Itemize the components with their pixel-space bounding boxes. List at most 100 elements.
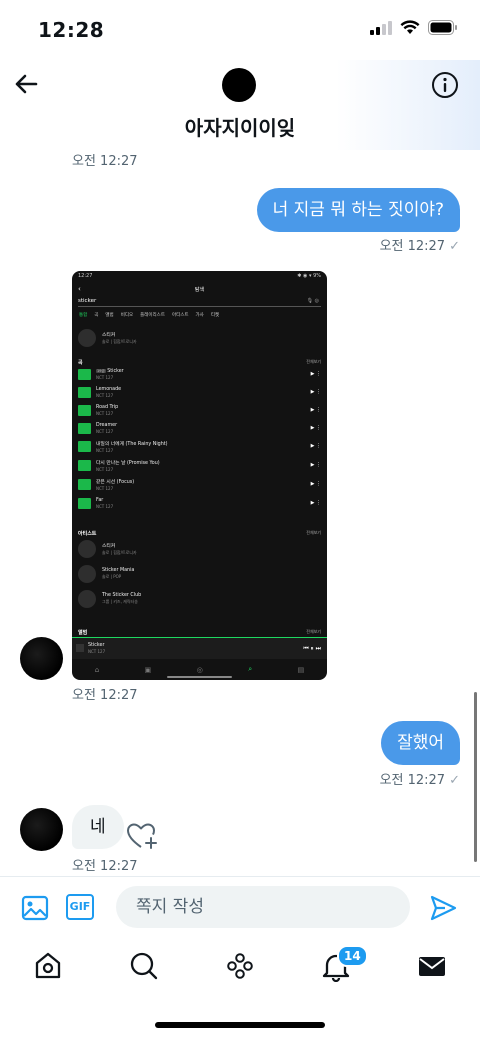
image-mic-icon: 🎙 ◎	[306, 298, 319, 304]
image-song-artist: NCT 127	[96, 428, 114, 434]
wifi-icon	[400, 20, 420, 34]
image-song-artist: NCT 127	[96, 466, 114, 472]
message-timestamp: 오전 12:27 ✓	[380, 235, 460, 254]
image-song-controls: ▶ ⋮	[310, 371, 321, 377]
image-album-thumb	[78, 386, 91, 398]
image-song-title: Far	[96, 497, 104, 503]
image-artists-header: 아티스트 전체보기	[78, 530, 321, 537]
image-song-controls: ▶ ⋮	[310, 443, 321, 449]
image-song-controls: ▶ ⋮	[310, 462, 321, 468]
info-icon[interactable]	[430, 70, 460, 100]
image-section-label: 앨범	[78, 630, 88, 636]
image-album-thumb	[78, 368, 91, 380]
image-artist-avatar	[78, 329, 96, 347]
image-song-artist: NCT 127	[96, 410, 114, 416]
image-song-controls: ▶ ⋮	[310, 389, 321, 395]
image-song-title: 다시 만나는 날 (Promise You)	[96, 460, 160, 466]
image-song-row: 19금 Sticker NCT 127 ▶ ⋮	[78, 367, 321, 381]
image-search-text: sticker	[78, 298, 97, 304]
image-library-icon: ▣	[144, 665, 152, 674]
image-song-artist: NCT 127	[96, 485, 114, 491]
image-song-row: 다시 만나는 날 (Promise You) NCT 127 ▶ ⋮	[78, 458, 321, 472]
outgoing-message-bubble[interactable]: 잘했어	[381, 721, 460, 765]
image-artist-name: 스티커	[102, 544, 116, 549]
image-filter: 티켓	[210, 313, 220, 318]
message-text: 잘했어	[397, 733, 444, 753]
image-artist-name: 스티커	[102, 333, 116, 338]
image-song-artist: NCT 127	[96, 392, 114, 398]
message-timestamp: 오전 12:27	[72, 154, 138, 169]
image-album-thumb	[78, 497, 91, 509]
message-input[interactable]: 쪽지 작성	[116, 886, 410, 928]
image-player-controls: ⏮ ⏸ ⏭	[303, 645, 321, 652]
messages-envelope-icon[interactable]	[416, 950, 448, 982]
home-indicator	[155, 1022, 325, 1028]
sender-avatar[interactable]	[20, 808, 63, 851]
image-search-field: sticker 🎙 ◎	[78, 297, 321, 307]
image-artist-avatar	[78, 565, 96, 583]
image-filter: 곡	[94, 313, 99, 318]
spaces-icon[interactable]	[224, 950, 256, 982]
image-filter: 앨범	[105, 313, 114, 318]
image-now-playing-artist: NCT 127	[88, 649, 106, 654]
outgoing-message-bubble[interactable]: 너 지금 뭐 하는 짓이야?	[256, 188, 460, 232]
bottom-tab-bar: 14	[0, 938, 480, 998]
image-album-thumb	[78, 422, 91, 434]
image-artist-row: The Sticker Club 그룹 | 키즈, 캐릭터송	[78, 590, 321, 608]
home-icon[interactable]	[32, 950, 64, 982]
scrollbar[interactable]	[474, 692, 477, 862]
message-composer: GIF 쪽지 작성	[0, 876, 480, 938]
header-avatar[interactable]	[222, 68, 256, 102]
image-song-row: Road Trip NCT 127 ▶ ⋮	[78, 403, 321, 417]
image-filter: 아티스트	[171, 313, 189, 318]
image-song-title: Sticker	[107, 368, 124, 374]
image-top-bar: ‹ 탐색	[72, 283, 327, 295]
status-time: 12:28	[38, 18, 105, 42]
image-section-label: 아티스트	[78, 531, 97, 537]
incoming-message-bubble[interactable]: 네	[72, 805, 124, 849]
back-arrow-icon[interactable]	[10, 68, 42, 100]
image-artist-sub: 솔로 | POP	[102, 574, 122, 579]
image-song-title: 같은 시선 (Focus)	[96, 479, 135, 485]
add-reaction-icon[interactable]	[126, 821, 158, 851]
search-icon[interactable]	[128, 950, 160, 982]
sender-avatar[interactable]	[20, 637, 63, 680]
image-song-row: 내일의 너에게 (The Rainy Night) NCT 127 ▶ ⋮	[78, 439, 321, 453]
image-title: 탐색	[194, 287, 205, 293]
image-song-title: Dreamer	[96, 422, 118, 428]
image-artist-name: The Sticker Club	[102, 593, 142, 598]
image-songs-header: 곡 전체보기	[78, 359, 321, 366]
image-filter-tabs: 통합 곡 앨범 비디오 플레이리스트 아티스트 가사 티켓	[79, 312, 219, 318]
image-icon[interactable]	[20, 893, 50, 923]
image-album-thumb	[78, 478, 91, 490]
image-artist-name: Sticker Mania	[102, 568, 135, 573]
image-home-indicator	[167, 676, 232, 678]
conversation-title[interactable]: 아자지이이잊	[0, 112, 480, 141]
gif-button[interactable]: GIF	[66, 894, 94, 920]
image-status-bar: 12:27 ✱ ◉ ▾ 9%	[78, 273, 321, 279]
battery-icon	[428, 20, 457, 35]
image-album-thumb	[78, 404, 91, 416]
image-albums-header: 앨범 전체보기	[78, 629, 321, 636]
image-song-controls: ▶ ⋮	[310, 481, 321, 487]
send-icon[interactable]	[428, 893, 458, 923]
image-song-controls: ▶ ⋮	[310, 500, 321, 506]
image-now-playing-title: Sticker	[88, 643, 105, 648]
image-radio-icon: ◎	[196, 665, 203, 674]
image-artist-sub: 솔로 | 힙합/트로니카	[102, 339, 137, 344]
shared-image[interactable]: 12:27 ✱ ◉ ▾ 9% ‹ 탐색 sticker 🎙 ◎ 통합 곡 앨범 …	[72, 271, 327, 680]
image-home-icon: ⌂	[94, 665, 100, 674]
image-filter: 가사	[195, 313, 204, 318]
image-song-artist: NCT 127	[96, 447, 114, 453]
image-song-controls: ▶ ⋮	[310, 407, 321, 413]
image-section-label: 곡	[78, 360, 83, 366]
timestamp-text: 오전 12:27	[379, 239, 446, 254]
image-artist-sub: 그룹 | 키즈, 캐릭터송	[102, 599, 138, 604]
image-now-playing-bar: Sticker NCT 127 ⏮ ⏸ ⏭	[72, 637, 327, 659]
sent-check-icon: ✓	[449, 239, 460, 254]
image-see-all: 전체보기	[306, 359, 321, 364]
image-now-playing-thumb	[76, 644, 84, 652]
image-filter: 비디오	[120, 313, 134, 318]
message-text: 네	[90, 817, 106, 837]
image-song-title: Lemonade	[96, 386, 122, 392]
